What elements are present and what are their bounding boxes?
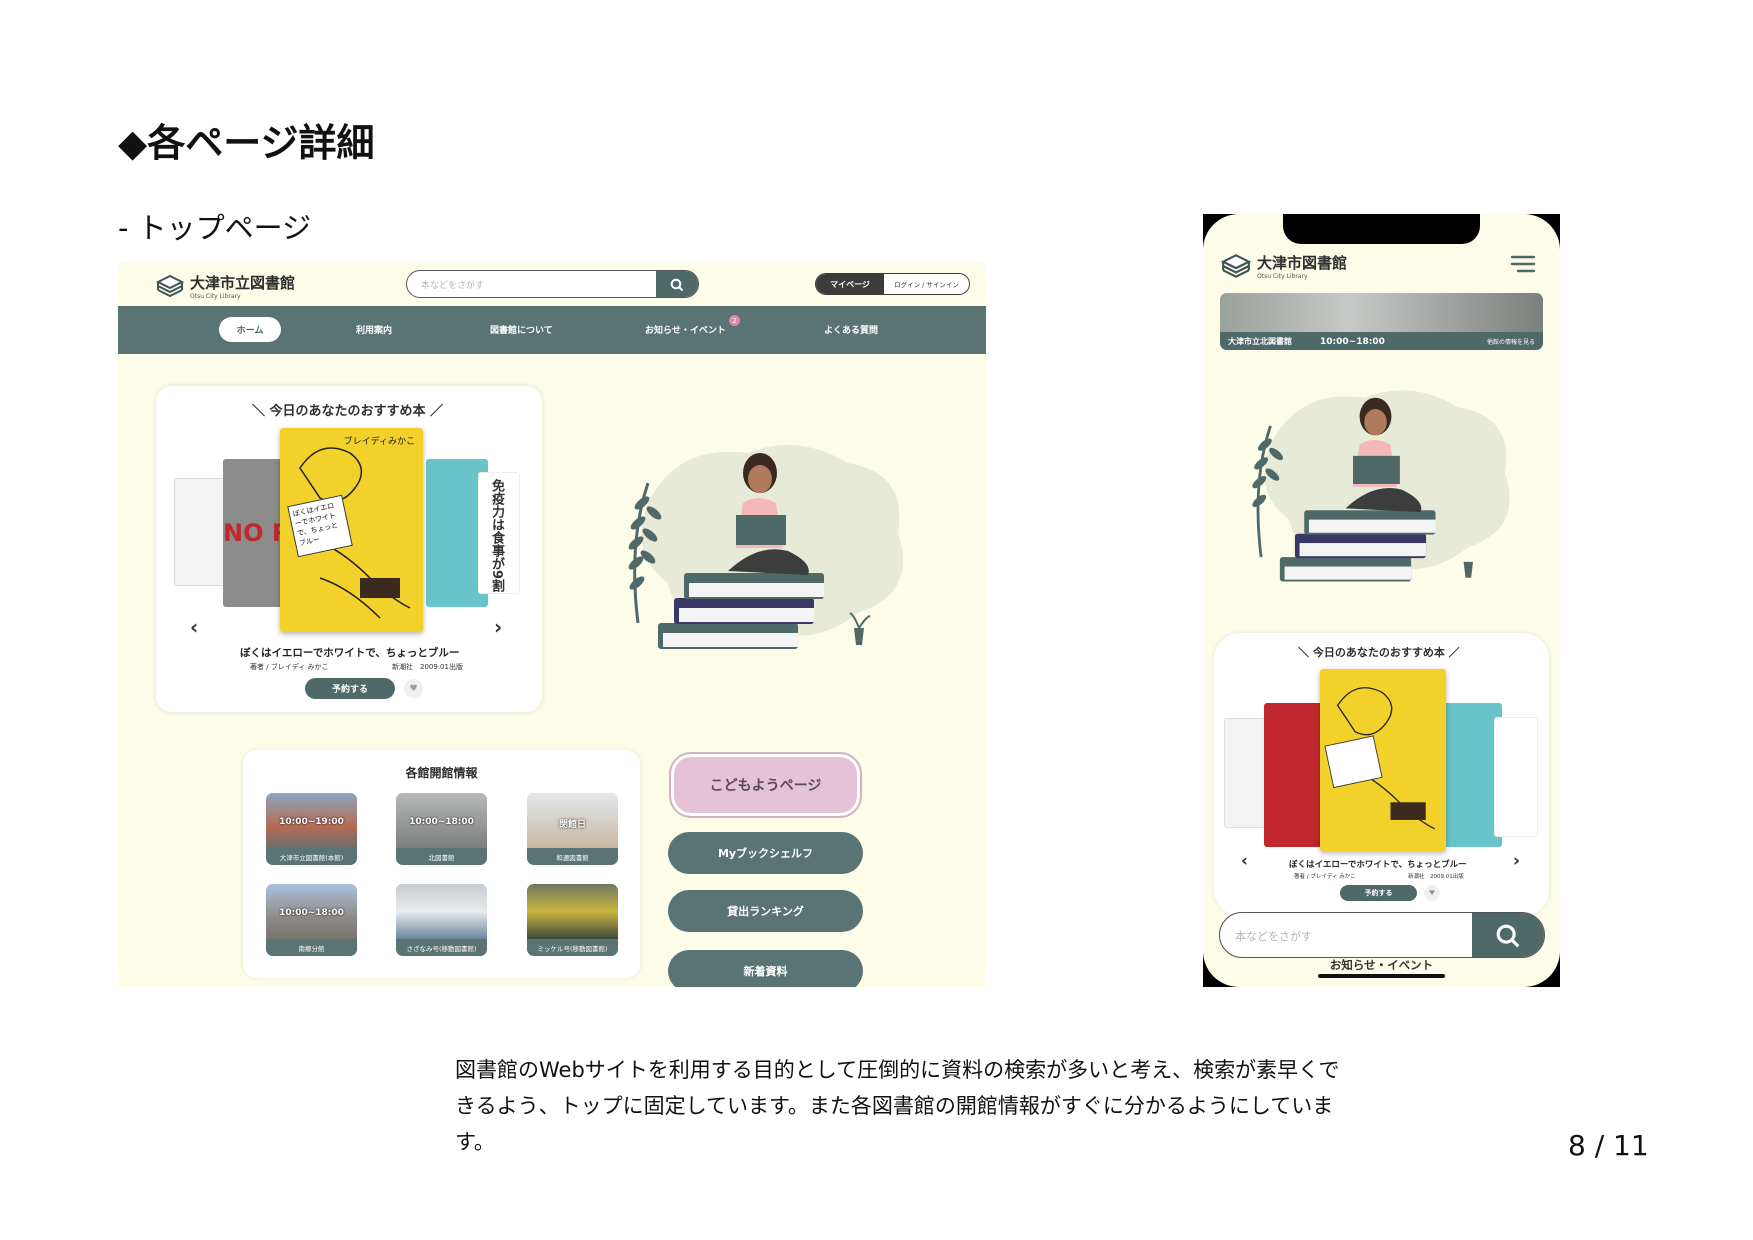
phone-book-cover-illustration <box>1324 687 1435 830</box>
library-tile-north[interactable]: 10:00~18:00 北図書館 <box>396 793 487 865</box>
banner-hours: 10:00~18:00 <box>1320 337 1385 347</box>
book-cover-center[interactable]: ブレイディみかこ ぼくはイエローでホワイトで、ちょっとブルー <box>280 428 423 632</box>
heart-icon[interactable]: ♥ <box>1424 885 1440 901</box>
tile-name: さざなみ号(移動図書館) <box>396 939 487 956</box>
library-tile-nango[interactable]: 10:00~18:00 南郷分館 <box>266 884 357 956</box>
tile-hours: 10:00~18:00 <box>409 817 474 827</box>
book-cover-far-right-text: 免疫力は食事が9割 <box>489 479 504 593</box>
book-cover-far-left[interactable] <box>174 478 226 586</box>
phone-recommend-heading-text: 今日のあなたのおすすめ本 <box>1312 646 1445 659</box>
tile-hours: 閉館日 <box>558 820 586 830</box>
phone-book-author: 著者 / ブレイディ みかこ <box>1294 874 1356 880</box>
phone-search-bar: 本などをさがす <box>1219 912 1545 958</box>
phone-book-cover-right[interactable] <box>1442 703 1502 847</box>
phone-recommend-heading: ＼ 今日のあなたのおすすめ本 ／ <box>1298 646 1460 659</box>
branch-banner[interactable]: 大津市立北図書館 10:00~18:00 他館の情報を見る <box>1220 293 1543 350</box>
home-indicator[interactable] <box>1318 974 1445 978</box>
tile-hours: 10:00~18:00 <box>279 908 344 918</box>
book-cover-left-text: NO RI <box>223 519 283 547</box>
mypage-button[interactable]: マイページ <box>816 274 884 294</box>
chevron-right-icon[interactable]: › <box>1513 851 1520 871</box>
description-text: 図書館のWebサイトを利用する目的として圧倒的に資料の検索が多いと考え、検索が素… <box>455 1058 1340 1154</box>
phone-reading-illustration <box>1252 390 1510 582</box>
heart-icon[interactable]: ♥ <box>404 679 423 698</box>
book-title: ぼくはイエローでホワイトで、ちょっとブルー <box>240 647 460 659</box>
library-tile-wani[interactable]: 閉館日 和邇図書館 <box>527 793 618 865</box>
opening-info-card: 各館開館情報 10:00~19:00 大津市立図書館(本館) 10:00~18:… <box>243 750 640 978</box>
phone-screen: 大津市図書館 Otsu City Library 大津市立北図書館 10:00~… <box>1203 214 1560 987</box>
auth-toggle: マイページ ログイン / サインイン <box>815 273 970 295</box>
phone-search-input[interactable]: 本などをさがす <box>1235 928 1312 944</box>
book-logo-icon <box>1221 254 1251 278</box>
desktop-logo[interactable]: 大津市立図書館 Otsu City Library <box>156 272 295 300</box>
search-button[interactable] <box>656 271 698 297</box>
section-label: - トップページ <box>118 211 312 245</box>
phone-mockup: 大津市図書館 Otsu City Library 大津市立北図書館 10:00~… <box>1203 214 1560 987</box>
nav-guide[interactable]: 利用案内 <box>356 323 392 336</box>
reserve-button[interactable]: 予約する <box>305 678 395 699</box>
phone-book-cover-center[interactable] <box>1320 669 1446 851</box>
slide-title: ◆各ページ詳細 <box>118 121 375 165</box>
library-tile-sazanami[interactable]: さざなみ号(移動図書館) <box>396 884 487 956</box>
logo-subtitle: Otsu City Library <box>190 293 241 300</box>
library-tile-main[interactable]: 10:00~19:00 大津市立図書館(本館) <box>266 793 357 865</box>
page-number: 8 / 11 <box>1568 1129 1649 1162</box>
library-tile-mikkeru[interactable]: ミッケル号(移動図書館) <box>527 884 618 956</box>
phone-notch <box>1283 214 1480 244</box>
recommend-card: ＼ 今日のあなたのおすすめ本 ／ NO RI 免疫力は食事が9割 ブレイディみか… <box>156 386 542 712</box>
tile-name: ミッケル号(移動図書館) <box>527 939 618 956</box>
phone-reserve-button[interactable]: 予約する <box>1340 885 1417 901</box>
chevron-right-icon[interactable]: › <box>494 615 502 639</box>
kids-page-button[interactable]: こどもようページ <box>669 752 862 818</box>
phone-news-heading[interactable]: お知らせ・イベント <box>1203 957 1560 973</box>
phone-logo-title: 大津市図書館 <box>1257 254 1348 272</box>
phone-book-cover-far-right[interactable] <box>1494 717 1538 837</box>
new-arrivals-button[interactable]: 新着資料 <box>668 950 863 987</box>
opening-heading: 各館開館情報 <box>405 766 478 780</box>
search-icon <box>670 278 684 292</box>
recommend-heading: ＼ 今日のあなたのおすすめ本 ／ <box>252 404 444 419</box>
book-logo-icon <box>156 274 184 298</box>
my-bookshelf-button[interactable]: Myブックシェルフ <box>668 832 863 874</box>
chevron-left-icon[interactable]: ‹ <box>1241 851 1248 871</box>
phone-search-button[interactable] <box>1472 913 1544 957</box>
phone-book-title: ぼくはイエローでホワイトで、ちょっとブルー <box>1289 860 1467 870</box>
book-cover-left[interactable]: NO RI <box>223 459 283 607</box>
nav-home[interactable]: ホーム <box>219 317 281 342</box>
book-cover-far-right[interactable]: 免疫力は食事が9割 <box>478 472 520 594</box>
book-publisher: 新潮社 2009.01出版 <box>392 663 463 671</box>
logo-title: 大津市立図書館 <box>190 274 296 292</box>
banner-branch-name: 大津市立北図書館 <box>1228 337 1292 346</box>
phone-logo-subtitle: Otsu City Library <box>1257 273 1308 280</box>
desktop-header: 大津市立図書館 Otsu City Library 本などをさがす マイページ … <box>118 263 986 306</box>
book-author: 著者 / ブレイディ みかこ <box>250 663 329 671</box>
search-input[interactable]: 本などをさがす <box>421 278 484 291</box>
nav-about[interactable]: 図書館について <box>490 323 553 336</box>
recommend-heading-text: 今日のあなたのおすすめ本 <box>269 404 426 419</box>
desktop-search-bar: 本などをさがす <box>406 270 699 298</box>
banner-other-branches-link[interactable]: 他館の情報を見る <box>1487 337 1535 346</box>
phone-recommend-card: ＼ 今日のあなたのおすすめ本 ／ ‹ › ぼくはイエローでホワイトで、ちょっとブ… <box>1214 633 1549 916</box>
ranking-button[interactable]: 貸出ランキング <box>668 890 863 932</box>
desktop-nav-bar: ホーム 利用案内 図書館について お知らせ・イベント 2 よくある質問 <box>118 306 986 354</box>
phone-book-publisher: 新潮社 2009.01出版 <box>1408 874 1464 880</box>
notification-badge: 2 <box>729 315 740 326</box>
reading-illustration <box>628 445 903 649</box>
desktop-mockup: 大津市立図書館 Otsu City Library 本などをさがす マイページ … <box>118 263 986 987</box>
tile-hours: 10:00~19:00 <box>279 817 344 827</box>
phone-book-cover-left[interactable] <box>1264 703 1324 847</box>
search-icon <box>1496 924 1520 948</box>
phone-logo[interactable]: 大津市図書館 Otsu City Library <box>1221 252 1347 280</box>
tile-name: 南郷分館 <box>266 939 357 956</box>
nav-news-events[interactable]: お知らせ・イベント <box>645 323 726 336</box>
nav-faq[interactable]: よくある質問 <box>824 323 878 336</box>
tile-name: 大津市立図書館(本館) <box>266 848 357 865</box>
tile-name: 和邇図書館 <box>527 848 618 865</box>
menu-icon[interactable] <box>1510 254 1536 274</box>
chevron-left-icon[interactable]: ‹ <box>190 615 198 639</box>
login-button[interactable]: ログイン / サインイン <box>884 274 969 294</box>
tile-name: 北図書館 <box>396 848 487 865</box>
